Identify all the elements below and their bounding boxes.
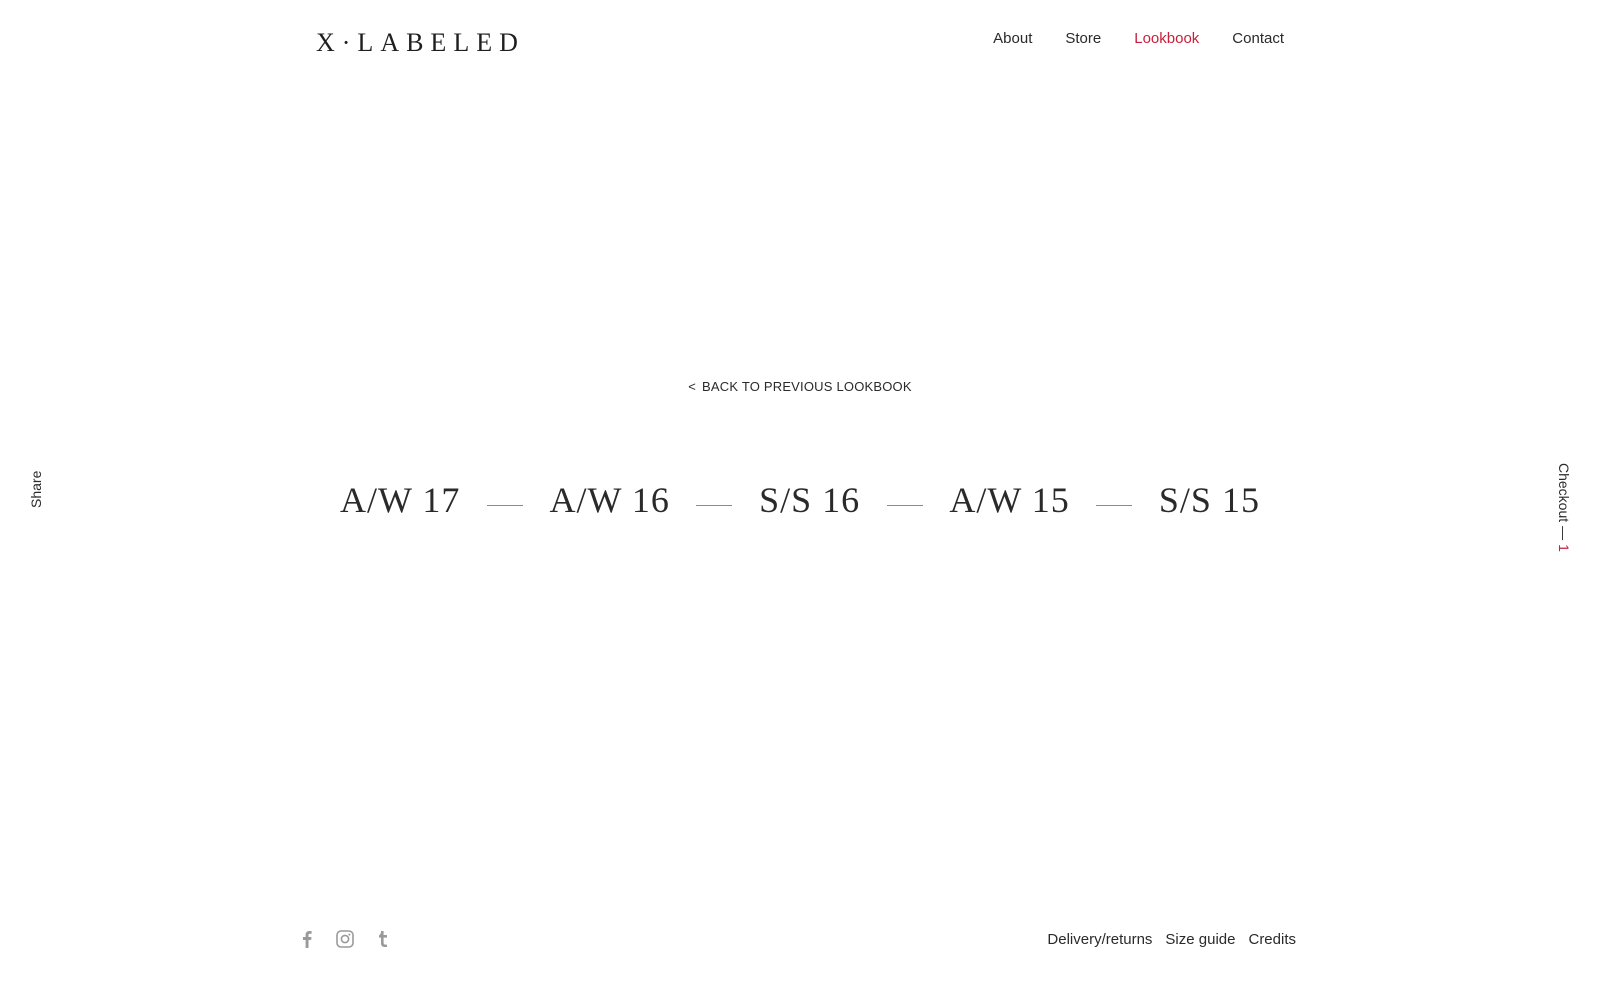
nav-item-contact[interactable]: Contact [1232, 30, 1284, 47]
nav-item-about[interactable]: About [993, 30, 1032, 47]
season-aw16[interactable]: A/W 16 [550, 479, 670, 521]
brand-logo[interactable]: X·LABELED [316, 28, 525, 58]
season-aw17[interactable]: A/W 17 [340, 479, 460, 521]
season-separator [486, 504, 523, 506]
chevron-left-icon: < [688, 379, 697, 394]
checkout-dash: — [1556, 526, 1572, 541]
back-to-previous-lookbook-link[interactable]: < BACK TO PREVIOUS LOOKBOOK [0, 379, 1600, 394]
nav-item-lookbook[interactable]: Lookbook [1134, 30, 1199, 47]
share-button[interactable]: Share [28, 471, 44, 508]
season-separator [696, 504, 733, 506]
page: X·LABELED About Store Lookbook Contact <… [0, 0, 1600, 992]
season-separator [1096, 504, 1133, 506]
checkout-button[interactable]: Checkout — 1 [1556, 463, 1572, 552]
cart-count-badge: 1 [1556, 544, 1572, 552]
facebook-icon[interactable] [298, 930, 316, 948]
tumblr-icon[interactable] [374, 930, 392, 948]
season-separator [886, 504, 923, 506]
footer-link-size-guide[interactable]: Size guide [1165, 931, 1235, 948]
instagram-icon[interactable] [336, 930, 354, 948]
social-links [298, 930, 392, 948]
season-ss15[interactable]: S/S 15 [1159, 479, 1260, 521]
season-list: A/W 17 A/W 16 S/S 16 A/W 15 S/S 15 [340, 470, 1260, 530]
main-nav: About Store Lookbook Contact [993, 30, 1284, 47]
season-ss16[interactable]: S/S 16 [759, 479, 860, 521]
nav-item-store[interactable]: Store [1065, 30, 1101, 47]
footer-links: Delivery/returns Size guide Credits [1047, 931, 1296, 948]
back-link-label: BACK TO PREVIOUS LOOKBOOK [702, 379, 912, 394]
footer-link-delivery-returns[interactable]: Delivery/returns [1047, 931, 1152, 948]
footer-link-credits[interactable]: Credits [1248, 931, 1296, 948]
checkout-label: Checkout [1556, 463, 1572, 523]
season-aw15[interactable]: A/W 15 [949, 479, 1069, 521]
